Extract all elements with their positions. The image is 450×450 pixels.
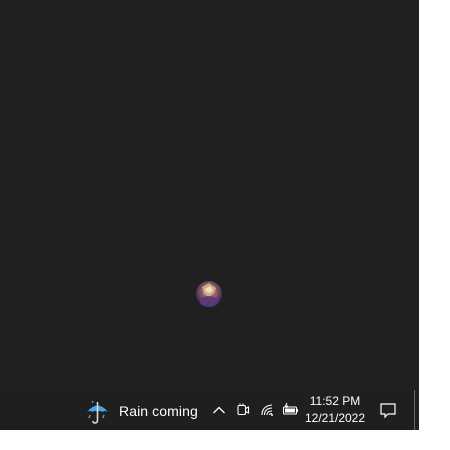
umbrella-rain-icon [87,400,108,424]
battery-charging-icon [282,402,298,415]
avatar [196,281,222,307]
meet-now-button[interactable] [234,399,252,421]
network-button[interactable] [259,399,277,421]
notification-center-icon [380,403,396,419]
desktop: Rain coming 11:52 PM 12/21/2022 [0,0,450,450]
clock[interactable]: 11:52 PM 12/21/2022 [302,392,368,428]
avatar-image [200,283,218,307]
notifications-button[interactable] [378,399,398,421]
camera-icon [237,403,250,416]
clock-time: 11:52 PM [309,394,361,408]
weather-widget[interactable]: Rain coming [84,397,198,425]
wifi-icon [261,404,273,416]
show-desktop-button[interactable] [414,390,416,430]
chevron-up-icon [213,406,225,414]
screen-edge-right [419,0,450,450]
weather-text: Rain coming [119,403,198,419]
clock-date: 12/21/2022 [304,411,366,425]
battery-button[interactable] [282,399,300,421]
show-hidden-icons-button[interactable] [210,399,228,421]
screen-edge-bottom [0,430,450,450]
show-desktop-divider [414,390,415,430]
